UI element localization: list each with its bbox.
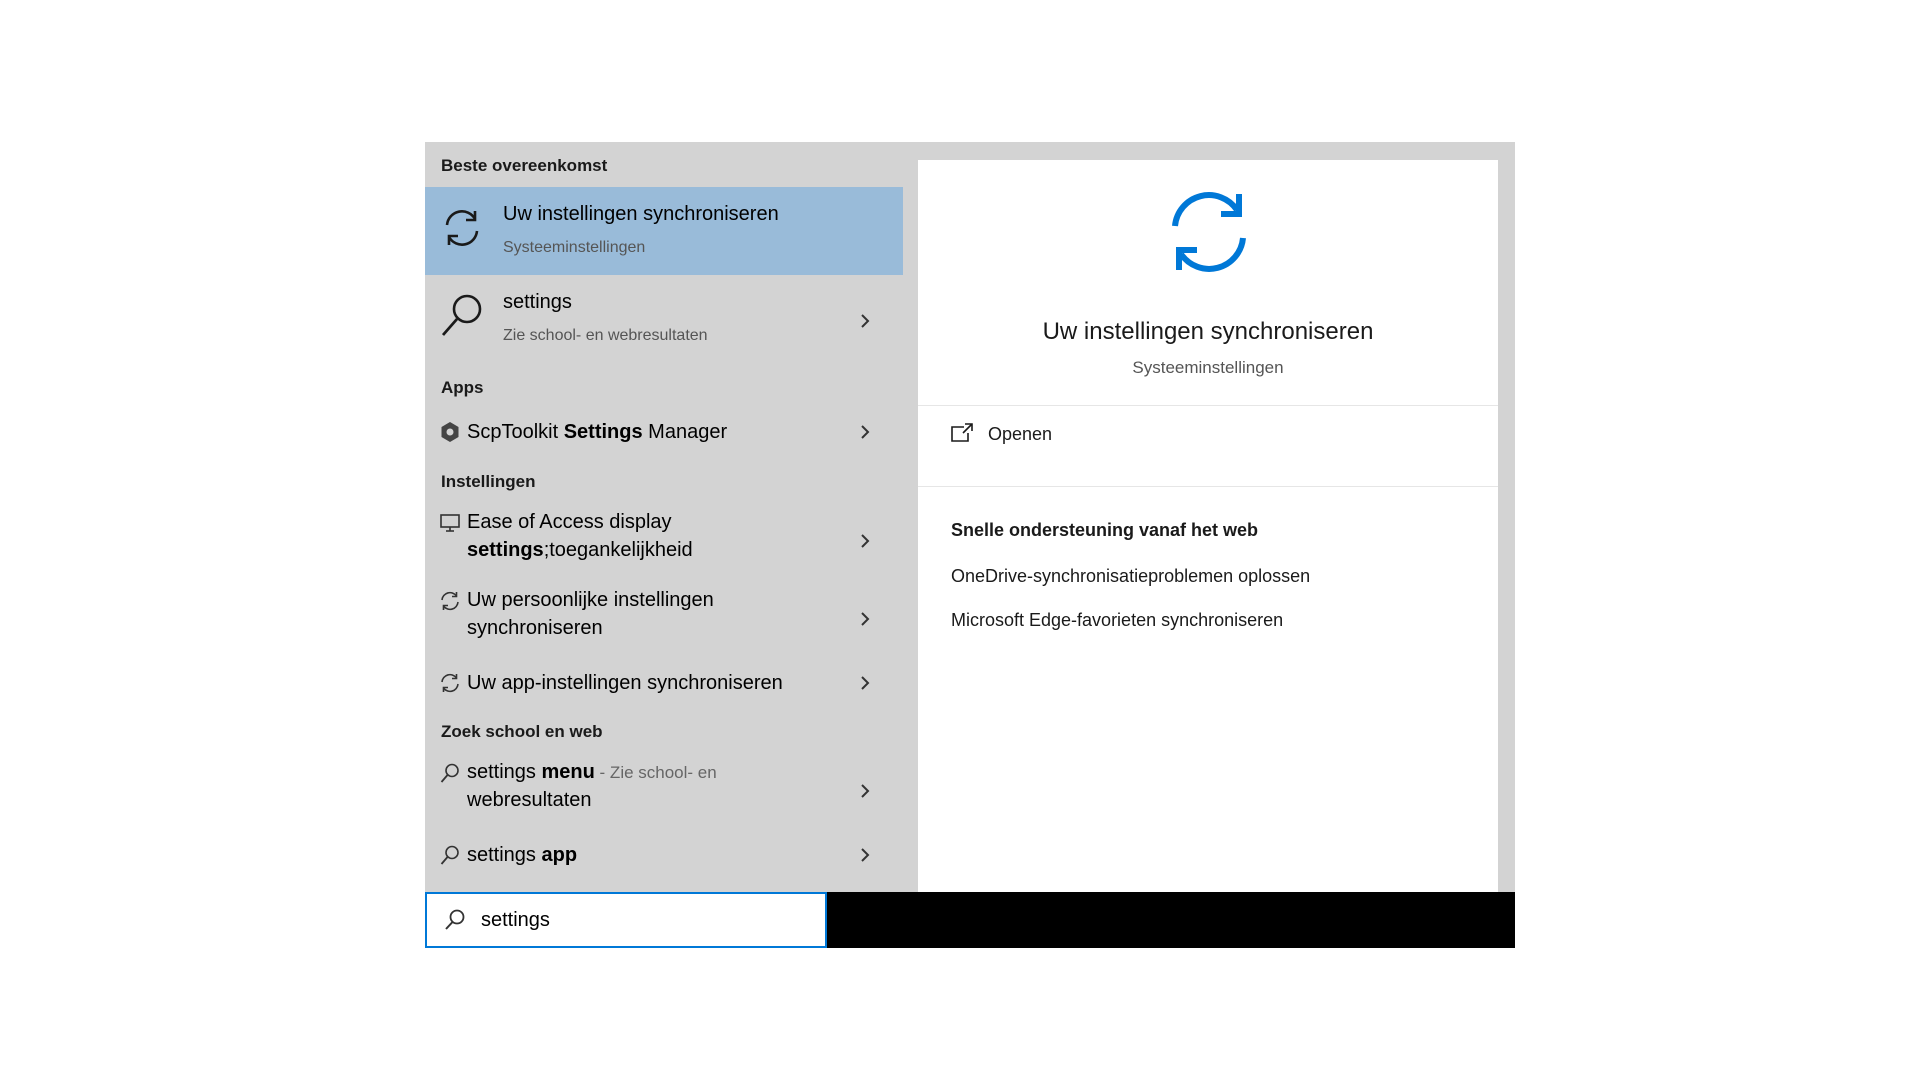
chevron-right-icon[interactable] bbox=[856, 674, 874, 692]
open-label: Openen bbox=[988, 424, 1053, 444]
settings-item-line2-rest: ;toegankelijkheid bbox=[543, 539, 693, 561]
settings-item-line2: synchroniseren bbox=[467, 617, 603, 639]
settings-item-line1: Uw app-instellingen synchroniseren bbox=[467, 672, 783, 694]
search-icon bbox=[445, 909, 465, 930]
search-icon bbox=[441, 294, 482, 336]
app-name-prefix: ScpToolkit bbox=[467, 421, 564, 443]
search-icon bbox=[440, 763, 459, 783]
settings-item-personal-sync[interactable]: Uw persoonlijke instellingen synchronise… bbox=[425, 580, 903, 652]
best-match-title: Uw instellingen synchroniseren bbox=[503, 203, 779, 225]
web-suggestion-title: settings bbox=[503, 291, 572, 313]
open-button[interactable]: Openen bbox=[948, 414, 1248, 454]
web-support-title: Snelle ondersteuning vanaf het web bbox=[951, 520, 1259, 540]
best-match-header: Beste overeenkomst bbox=[441, 156, 608, 175]
sync-icon bbox=[441, 673, 459, 693]
web-suggestion-subtitle: Zie school- en webresultaten bbox=[503, 327, 708, 344]
settings-item-line2-bold: settings bbox=[467, 539, 544, 561]
gear-icon bbox=[441, 422, 459, 442]
web-item-settings-app[interactable]: settings app bbox=[425, 832, 903, 882]
open-external-icon bbox=[951, 423, 973, 442]
web-item-prefix: settings bbox=[467, 761, 542, 783]
settings-item-app-sync[interactable]: Uw app-instellingen synchroniseren bbox=[425, 660, 903, 710]
chevron-right-icon[interactable] bbox=[856, 423, 874, 441]
web-link-onedrive[interactable]: OneDrive-synchronisatieproblemen oplosse… bbox=[951, 566, 1310, 587]
start-search-panel: Beste overeenkomst Uw instellingen synch… bbox=[425, 142, 1515, 948]
apps-header: Apps bbox=[441, 378, 484, 397]
best-match-item[interactable]: Uw instellingen synchroniseren Systeemin… bbox=[425, 187, 903, 275]
chevron-right-icon[interactable] bbox=[856, 532, 874, 550]
chevron-right-icon[interactable] bbox=[856, 312, 874, 330]
app-name-suffix: Manager bbox=[642, 421, 728, 443]
chevron-right-icon[interactable] bbox=[856, 846, 874, 864]
settings-item-ease-of-access[interactable]: Ease of Access display settings;toeganke… bbox=[425, 502, 903, 574]
settings-item-line1: Ease of Access display bbox=[467, 511, 672, 533]
search-box[interactable] bbox=[425, 892, 827, 948]
web-item-bold: menu bbox=[541, 761, 595, 783]
sync-icon bbox=[441, 591, 459, 611]
web-item-dim: - Zie school- en bbox=[594, 763, 717, 782]
web-item-prefix: settings bbox=[467, 844, 542, 866]
web-item-settings-menu[interactable]: settings menu - Zie school- en webresult… bbox=[425, 752, 903, 824]
chevron-right-icon[interactable] bbox=[856, 782, 874, 800]
web-suggestion-item[interactable]: settings Zie school- en webresultaten bbox=[425, 277, 903, 365]
app-item-scptoolkit[interactable]: ScpToolkit Settings Manager bbox=[425, 407, 903, 457]
best-match-subtitle: Systeeminstellingen bbox=[503, 239, 646, 256]
monitor-icon bbox=[440, 514, 460, 532]
settings-header: Instellingen bbox=[441, 472, 536, 491]
preview-subtitle: Systeeminstellingen bbox=[1132, 358, 1284, 377]
divider bbox=[918, 486, 1498, 487]
web-item-line2: webresultaten bbox=[467, 789, 592, 811]
sync-icon bbox=[1172, 192, 1246, 272]
search-icon bbox=[440, 845, 459, 865]
sync-icon bbox=[445, 210, 479, 246]
settings-item-line1: Uw persoonlijke instellingen bbox=[467, 589, 714, 611]
divider bbox=[918, 405, 1498, 406]
taskbar bbox=[827, 892, 1515, 948]
web-link-edge-favorites[interactable]: Microsoft Edge-favorieten synchroniseren bbox=[951, 610, 1283, 631]
preview-title: Uw instellingen synchroniseren bbox=[1042, 318, 1374, 345]
app-name-bold: Settings bbox=[563, 421, 643, 443]
web-item-bold: app bbox=[541, 844, 578, 866]
chevron-right-icon[interactable] bbox=[856, 610, 874, 628]
preview-pane: Uw instellingen synchroniseren Systeemin… bbox=[918, 160, 1498, 892]
web-search-header: Zoek school en web bbox=[441, 722, 603, 741]
results-list: Beste overeenkomst Uw instellingen synch… bbox=[425, 142, 918, 892]
search-input[interactable] bbox=[479, 904, 803, 936]
